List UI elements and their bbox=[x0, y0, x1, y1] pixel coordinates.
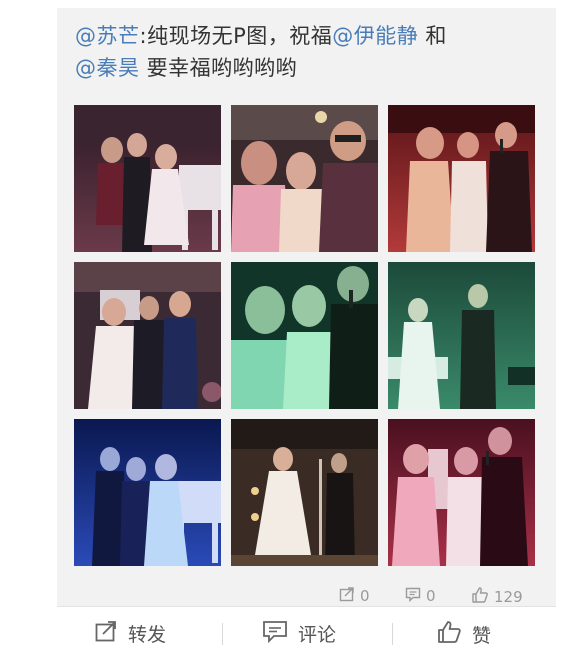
photo-thumbnail[interactable] bbox=[74, 105, 221, 252]
comment-count-value: 0 bbox=[426, 587, 436, 605]
photo-thumbnail[interactable] bbox=[388, 105, 535, 252]
like-count[interactable]: 129 bbox=[471, 586, 523, 608]
post-counts: 0 0 129 bbox=[57, 584, 556, 608]
weibo-post-card: @苏芒:纯现场无P图，祝福@伊能静 和 @秦昊 要幸福哟哟哟哟 0 0 129 bbox=[57, 8, 556, 607]
post-text-part: 和 bbox=[418, 24, 447, 48]
like-count-value: 129 bbox=[494, 588, 523, 606]
comment-button[interactable]: 评论 bbox=[262, 619, 336, 648]
photo-thumbnail[interactable] bbox=[231, 262, 378, 409]
comment-count[interactable]: 0 bbox=[405, 586, 436, 606]
photo-thumbnail[interactable] bbox=[231, 105, 378, 252]
post-text: @苏芒:纯现场无P图，祝福@伊能静 和 @秦昊 要幸福哟哟哟哟 bbox=[75, 20, 545, 84]
repost-icon bbox=[94, 619, 118, 648]
photo-thumbnail[interactable] bbox=[74, 419, 221, 566]
action-bar: 转发 评论 赞 bbox=[0, 607, 575, 659]
post-text-part: :纯现场无P图，祝福 bbox=[139, 24, 333, 48]
mention-qinhao[interactable]: @秦昊 bbox=[75, 56, 140, 80]
photo-grid bbox=[74, 105, 535, 567]
photo-thumbnail[interactable] bbox=[74, 262, 221, 409]
like-label: 赞 bbox=[472, 625, 492, 647]
comment-label: 评论 bbox=[298, 624, 337, 646]
thumbs-up-icon bbox=[471, 586, 489, 608]
thumbs-up-icon bbox=[436, 619, 462, 650]
post-text-part: 要幸福哟哟哟哟 bbox=[139, 56, 298, 80]
repost-count-value: 0 bbox=[360, 587, 370, 605]
action-separator bbox=[392, 623, 393, 645]
mention-suman[interactable]: @苏芒 bbox=[75, 24, 140, 48]
photo-thumbnail[interactable] bbox=[231, 419, 378, 566]
photo-thumbnail[interactable] bbox=[388, 262, 535, 409]
repost-button[interactable]: 转发 bbox=[94, 619, 166, 648]
repost-icon bbox=[339, 586, 355, 606]
like-button[interactable]: 赞 bbox=[436, 619, 491, 650]
comment-icon bbox=[262, 619, 288, 648]
photo-thumbnail[interactable] bbox=[388, 419, 535, 566]
repost-label: 转发 bbox=[128, 624, 167, 646]
comment-icon bbox=[405, 586, 421, 606]
action-separator bbox=[222, 623, 223, 645]
mention-yinengjing[interactable]: @伊能静 bbox=[332, 24, 418, 48]
repost-count[interactable]: 0 bbox=[339, 586, 370, 606]
